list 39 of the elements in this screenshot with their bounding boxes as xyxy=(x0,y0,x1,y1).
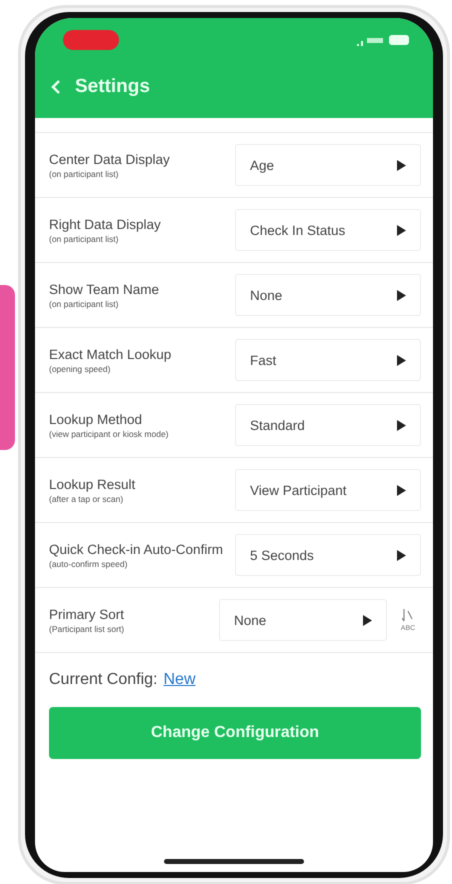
sort-arrow-icon xyxy=(402,608,414,622)
header-title: Settings xyxy=(75,76,150,98)
setting-label: Quick Check-in Auto-Confirm xyxy=(49,542,224,558)
dropdown-select[interactable]: Fast xyxy=(235,339,421,381)
triangle-icon xyxy=(397,484,406,496)
config-link[interactable]: New xyxy=(164,671,196,689)
setting-hint: (opening speed) xyxy=(49,364,112,374)
setting-label: Show Team Name xyxy=(49,282,160,298)
dropdown-select[interactable]: 5 Seconds xyxy=(235,534,421,576)
triangle-icon xyxy=(397,550,406,560)
dropdown-select[interactable]: Age xyxy=(235,144,421,186)
triangle-icon xyxy=(397,354,406,366)
setting-hint: (after a tap or scan) xyxy=(49,494,124,504)
recording-indicator-icon xyxy=(63,30,119,50)
setting-label: Primary Sort xyxy=(49,606,126,622)
setting-hint: (auto-confirm speed) xyxy=(49,558,128,568)
triangle-icon xyxy=(363,614,372,626)
dropdown-select[interactable]: Standard xyxy=(235,404,421,446)
dropdown-select[interactable]: View Participant xyxy=(235,469,421,511)
setting-hint: (on participant list) xyxy=(49,298,120,308)
setting-label: Lookup Result xyxy=(49,476,136,492)
signal-battery-icon xyxy=(357,34,411,46)
triangle-icon xyxy=(397,224,406,236)
setting-label: Lookup Method xyxy=(49,412,144,428)
setting-label: Exact Match Lookup xyxy=(49,346,172,362)
dropdown-select[interactable]: None xyxy=(235,274,421,316)
setting-hint: (view participant or kiosk mode) xyxy=(49,428,170,438)
config-label: Current Config: xyxy=(49,671,158,689)
setting-label: Center Data Display xyxy=(49,152,171,168)
back-icon[interactable] xyxy=(51,79,61,95)
triangle-icon xyxy=(397,290,406,300)
triangle-icon xyxy=(397,420,406,430)
dropdown-select[interactable]: None xyxy=(219,599,387,641)
setting-label: Right Data Display xyxy=(49,216,162,232)
triangle-icon xyxy=(397,160,406,170)
setting-hint: (Participant list sort) xyxy=(49,624,126,634)
setting-hint: (on participant list) xyxy=(49,234,120,244)
dropdown-select[interactable]: Check In Status xyxy=(235,209,421,251)
setting-hint: (on participant list) xyxy=(49,168,120,178)
